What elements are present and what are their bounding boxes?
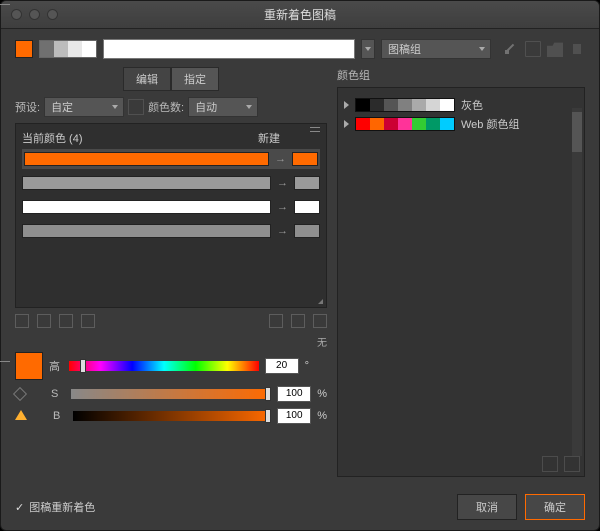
merge-icon[interactable] (15, 314, 29, 328)
name-dropdown[interactable] (361, 39, 375, 59)
active-color-swatch[interactable] (15, 40, 33, 58)
current-colors-label: 当前颜色 (4) (22, 130, 83, 146)
resize-icon[interactable] (318, 294, 323, 304)
arrow-icon: → (277, 201, 288, 213)
color-groups-title: 颜色组 (337, 67, 585, 83)
new-colors-label: 新建 (258, 130, 280, 146)
expand-icon[interactable] (344, 101, 349, 109)
group-name: Web 颜色组 (461, 116, 519, 132)
close-icon[interactable] (11, 9, 22, 20)
expand-icon[interactable] (344, 120, 349, 128)
window-title: 重新着色图稿 (1, 6, 599, 23)
recolor-label: 图稿重新着色 (29, 499, 95, 515)
split-icon[interactable] (37, 314, 51, 328)
group-name: 灰色 (461, 97, 483, 113)
artwork-group-select[interactable]: 图稿组 (381, 39, 491, 59)
color-group-item[interactable]: 灰色 (344, 97, 578, 113)
color-row[interactable]: → (22, 221, 320, 241)
recolor-artwork-dialog: 重新着色图稿 图稿组 编辑 指定 (0, 0, 600, 531)
hue-slider[interactable] (69, 361, 259, 371)
tab-edit[interactable]: 编辑 (123, 67, 171, 91)
arrow-icon: → (275, 153, 286, 165)
window-controls (11, 9, 58, 20)
tab-assign[interactable]: 指定 (171, 67, 219, 91)
color-count-select[interactable]: 自动 (188, 97, 258, 117)
hsb-menu-icon[interactable] (315, 361, 327, 371)
minimize-icon[interactable] (29, 9, 40, 20)
titlebar[interactable]: 重新着色图稿 (1, 1, 599, 29)
eyedropper-icon[interactable] (503, 41, 519, 57)
sat-value[interactable]: 100 (277, 386, 311, 402)
arrow-icon: → (277, 225, 288, 237)
colors-box: 当前颜色 (4) 新建 → → → → (15, 123, 327, 308)
warn-icon[interactable] (15, 410, 27, 422)
s-label: S (51, 388, 65, 400)
sat-slider[interactable] (71, 389, 271, 399)
preset-label: 预设: (15, 99, 40, 115)
mode-tabs: 编辑 指定 (15, 67, 327, 91)
sat-unit: % (317, 388, 327, 400)
ok-button[interactable]: 确定 (525, 494, 585, 520)
cancel-button[interactable]: 取消 (457, 494, 517, 520)
save-group-icon[interactable] (525, 41, 541, 57)
flyout-menu-icon[interactable] (310, 127, 322, 137)
color-row[interactable]: → (22, 197, 320, 217)
hue-value[interactable]: 20 (265, 358, 299, 374)
preset-options-icon[interactable] (128, 99, 144, 115)
random-color-icon[interactable] (291, 314, 305, 328)
folder-icon[interactable] (547, 41, 563, 57)
h-label: 高 (49, 358, 63, 374)
color-row[interactable]: → (22, 149, 320, 169)
hsb-swatch[interactable] (15, 352, 43, 380)
delete-group-icon[interactable] (564, 456, 580, 472)
find-icon[interactable] (269, 314, 283, 328)
b-label: B (53, 410, 67, 422)
hue-unit: ° (305, 360, 309, 372)
color-groups-panel: 灰色 Web 颜色组 (337, 87, 585, 477)
preset-select[interactable]: 自定 (44, 97, 124, 117)
color-row[interactable]: → (22, 173, 320, 193)
color-count-label: 颜色数: (148, 99, 184, 115)
trash-icon[interactable] (569, 41, 585, 57)
zoom-icon[interactable] (47, 9, 58, 20)
none-label: 无 (15, 334, 327, 349)
color-group-item[interactable]: Web 颜色组 (344, 116, 578, 132)
recolor-artwork-checkbox[interactable]: ✓ 图稿重新着色 (15, 499, 95, 515)
arrow-icon: → (277, 177, 288, 189)
bri-slider[interactable] (73, 411, 271, 421)
artwork-group-value: 图稿组 (388, 41, 421, 57)
check-icon: ✓ (15, 501, 24, 514)
bri-value[interactable]: 100 (277, 408, 311, 424)
exclude-icon[interactable] (59, 314, 73, 328)
random-sat-icon[interactable] (313, 314, 327, 328)
cube-icon[interactable] (13, 387, 27, 401)
new-row-icon[interactable] (81, 314, 95, 328)
bri-unit: % (317, 410, 327, 422)
name-field[interactable] (103, 39, 355, 59)
top-row: 图稿组 (15, 39, 585, 59)
color-bar[interactable] (39, 40, 97, 58)
new-group-icon[interactable] (542, 456, 558, 472)
scrollbar[interactable] (572, 108, 582, 456)
